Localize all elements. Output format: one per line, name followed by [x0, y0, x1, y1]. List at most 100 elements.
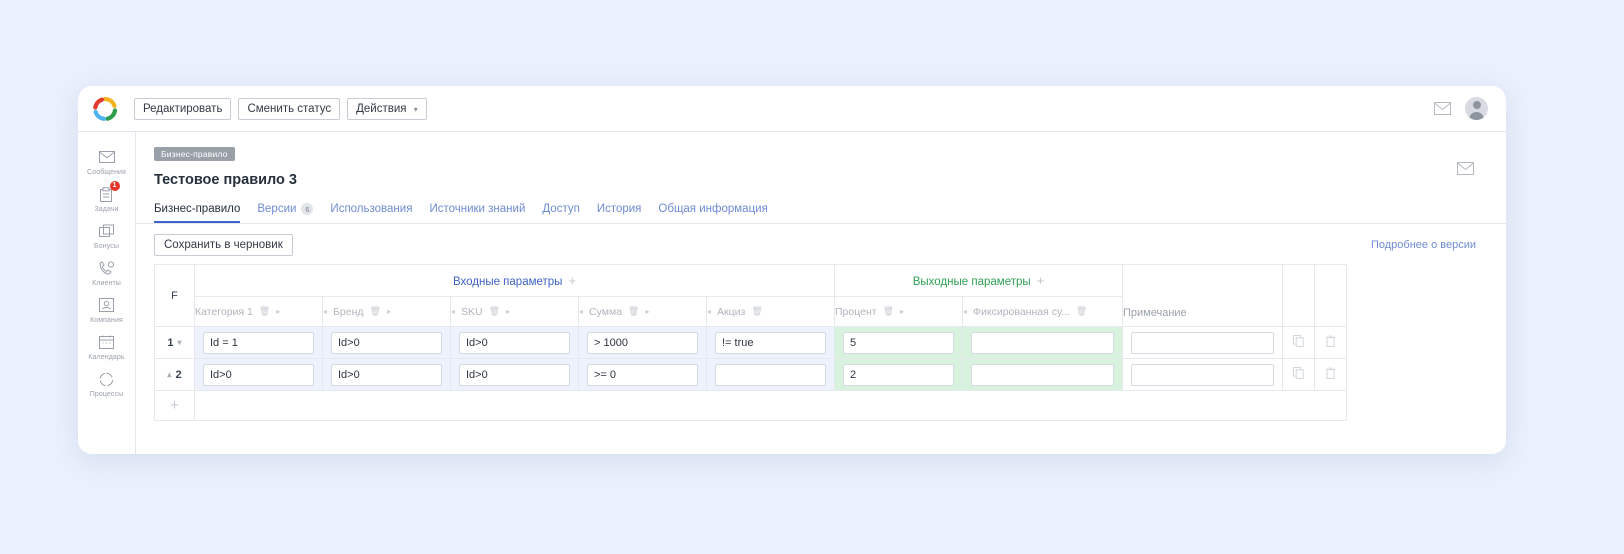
column-header-excise[interactable]: ◂ Акциз 🗑 — [707, 297, 835, 327]
change-status-button[interactable]: Сменить статус — [238, 98, 340, 120]
column-header-fixed-sum[interactable]: ◂ Фиксированная су... 🗑 — [963, 297, 1123, 327]
sidebar-item-messages[interactable]: Сообщения — [78, 142, 135, 179]
delete-row-button[interactable] — [1315, 327, 1347, 359]
envelope-icon — [99, 148, 115, 166]
input-category-1[interactable] — [203, 332, 314, 354]
avatar-body — [1469, 112, 1484, 120]
move-right-icon[interactable]: ▸ — [387, 307, 391, 316]
sidebar-item-bonuses[interactable]: Бонусы — [78, 216, 135, 253]
input-sku[interactable] — [459, 364, 570, 386]
copy-row-button[interactable] — [1283, 359, 1315, 391]
tab-usages[interactable]: Использования — [330, 203, 412, 223]
status-badge: Бизнес-правило — [154, 147, 235, 161]
page-header: Бизнес-правило Тестовое правило 3 — [136, 132, 1506, 188]
edit-button[interactable]: Редактировать — [134, 98, 231, 120]
input-params-group-header: Входные параметры+ — [195, 265, 835, 297]
tab-label: Версии — [257, 203, 296, 215]
move-right-icon[interactable]: ▸ — [645, 307, 649, 316]
cell-category-1 — [195, 327, 323, 359]
envelope-icon[interactable] — [1457, 162, 1474, 180]
trash-icon[interactable]: 🗑 — [489, 306, 500, 317]
add-row-button[interactable]: + — [155, 391, 195, 421]
actions-button-label: Действия — [356, 103, 406, 115]
save-draft-label: Сохранить в черновик — [164, 239, 283, 251]
tab-business-rule[interactable]: Бизнес-правило — [154, 203, 240, 223]
cell-brand — [323, 359, 451, 391]
tab-history[interactable]: История — [597, 203, 642, 223]
trash-icon[interactable]: 🗑 — [751, 306, 762, 317]
add-input-param-icon[interactable]: + — [568, 273, 576, 288]
chevron-down-icon[interactable]: ▾ — [178, 338, 182, 347]
move-left-icon[interactable]: ◂ — [707, 307, 711, 316]
sidebar-item-clients[interactable]: Клиенты — [78, 253, 135, 290]
trash-icon[interactable]: 🗑 — [259, 306, 270, 317]
cell-sum — [579, 359, 707, 391]
chevron-up-icon[interactable]: ▴ — [167, 370, 171, 379]
sidebar-item-tasks[interactable]: 1 Задачи — [78, 179, 135, 216]
sidebar-item-calendar[interactable]: Календарь — [78, 327, 135, 364]
sidebar-item-label: Задачи — [94, 206, 118, 213]
input-sku[interactable] — [459, 332, 570, 354]
move-left-icon[interactable]: ◂ — [451, 307, 455, 316]
move-right-icon[interactable]: ▸ — [506, 307, 510, 316]
table-row: ▴ 2 — [155, 359, 1347, 391]
tab-general-info[interactable]: Общая информация — [658, 203, 767, 223]
input-note[interactable] — [1131, 364, 1274, 386]
copy-icon — [1293, 367, 1304, 379]
tab-label: Доступ — [542, 203, 579, 215]
move-right-icon[interactable]: ▸ — [276, 307, 280, 316]
tab-versions[interactable]: Версии 6 — [257, 203, 313, 223]
input-sum[interactable] — [587, 364, 698, 386]
move-left-icon[interactable]: ◂ — [323, 307, 327, 316]
column-label: Категория 1 — [195, 306, 253, 318]
tab-access[interactable]: Доступ — [542, 203, 579, 223]
sidebar-item-company[interactable]: Компания — [78, 290, 135, 327]
input-brand[interactable] — [331, 364, 442, 386]
input-excise[interactable] — [715, 364, 826, 386]
input-note[interactable] — [1131, 332, 1274, 354]
save-draft-button[interactable]: Сохранить в черновик — [154, 234, 293, 256]
move-right-icon[interactable]: ▸ — [900, 307, 904, 316]
input-fixed-sum[interactable] — [971, 332, 1114, 354]
cell-fixed-sum — [963, 327, 1123, 359]
move-left-icon[interactable]: ◂ — [963, 307, 967, 316]
user-avatar-icon[interactable] — [1465, 97, 1488, 120]
note-column-label: Примечание — [1123, 307, 1282, 326]
input-percent[interactable] — [843, 364, 954, 386]
input-sum[interactable] — [587, 332, 698, 354]
input-excise[interactable] — [715, 332, 826, 354]
column-header-brand[interactable]: ◂ Бренд 🗑 ▸ — [323, 297, 451, 327]
column-header-sku[interactable]: ◂ SKU 🗑 ▸ — [451, 297, 579, 327]
chevron-down-icon: ▾ — [414, 105, 418, 114]
sidebar-item-label: Процессы — [90, 391, 123, 398]
envelope-icon[interactable] — [1434, 102, 1451, 115]
rules-table: F Входные параметры+ Выходные параметры+… — [154, 264, 1347, 421]
column-header-sum[interactable]: ◂ Сумма 🗑 ▸ — [579, 297, 707, 327]
note-column-header: Примечание — [1123, 265, 1283, 327]
version-details-link[interactable]: Подробнее о версии — [1371, 239, 1488, 251]
add-output-param-icon[interactable]: + — [1037, 273, 1045, 288]
input-percent[interactable] — [843, 332, 954, 354]
actions-button[interactable]: Действия ▾ — [347, 98, 427, 120]
tab-label: Общая информация — [658, 203, 767, 215]
column-header-percent[interactable]: Процент 🗑 ▸ — [835, 297, 963, 327]
cell-excise — [707, 327, 835, 359]
main-content: Бизнес-правило Тестовое правило 3 Бизнес… — [136, 132, 1506, 454]
trash-icon[interactable]: 🗑 — [1076, 306, 1087, 317]
input-brand[interactable] — [331, 332, 442, 354]
column-header-category-1[interactable]: Категория 1 🗑 ▸ — [195, 297, 323, 327]
row-number-cell[interactable]: 1 ▾ — [155, 327, 195, 359]
tab-knowledge-sources[interactable]: Источники знаний — [429, 203, 525, 223]
copy-row-button[interactable] — [1283, 327, 1315, 359]
trash-icon[interactable]: 🗑 — [370, 306, 381, 317]
sidebar-item-processes[interactable]: Процессы — [78, 364, 135, 401]
input-category-1[interactable] — [203, 364, 314, 386]
trash-icon[interactable]: 🗑 — [628, 306, 639, 317]
move-left-icon[interactable]: ◂ — [579, 307, 583, 316]
sidebar-item-label: Сообщения — [87, 169, 126, 176]
trash-icon[interactable]: 🗑 — [883, 306, 894, 317]
tab-bar: Бизнес-правило Версии 6 Использования Ис… — [136, 188, 1506, 224]
input-fixed-sum[interactable] — [971, 364, 1114, 386]
row-number-cell[interactable]: ▴ 2 — [155, 359, 195, 391]
delete-row-button[interactable] — [1315, 359, 1347, 391]
